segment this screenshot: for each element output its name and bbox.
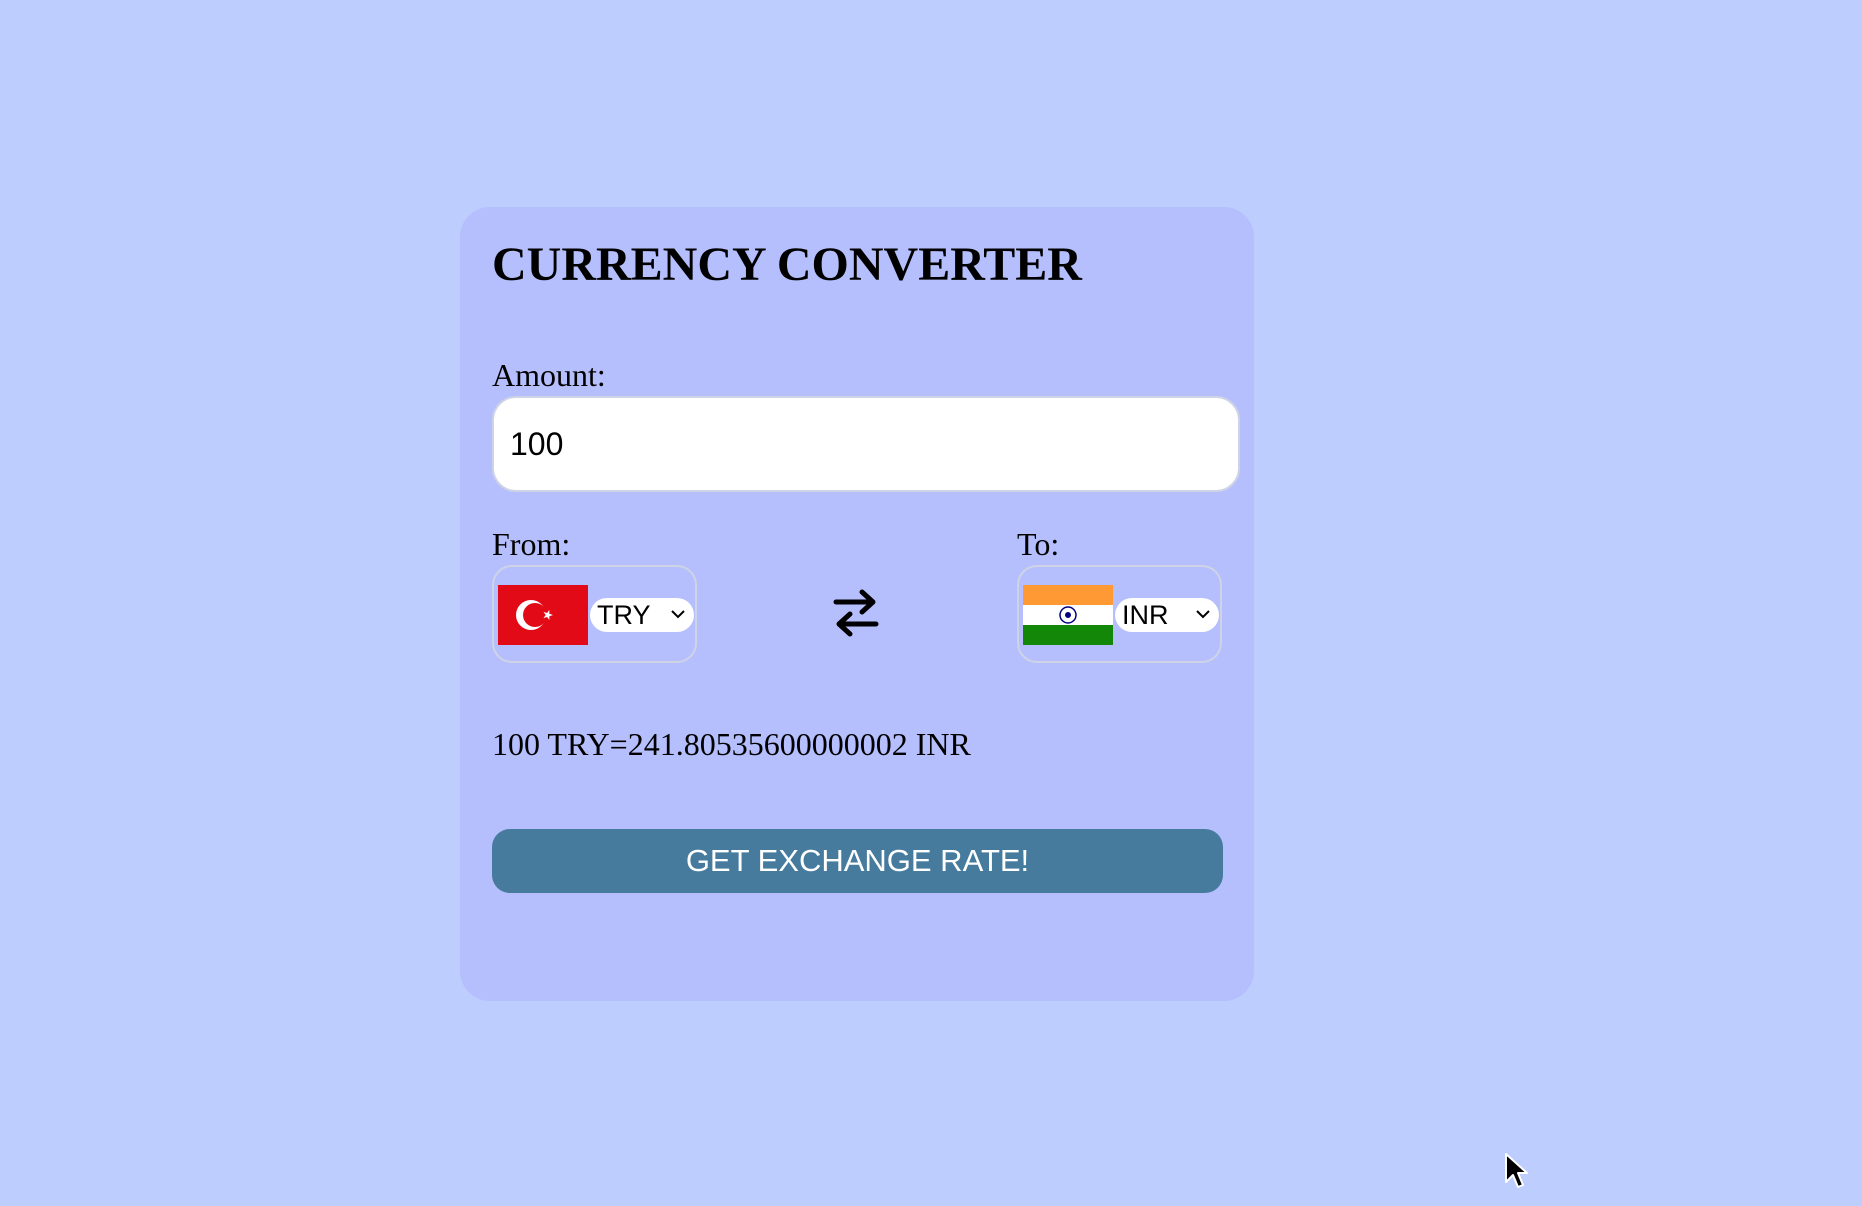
to-currency-value: INR [1122,600,1169,630]
chevron-down-icon [1196,610,1210,619]
conversion-result: 100 TRY=241.80535600000002 INR [492,726,971,762]
india-flag-icon [1023,585,1113,645]
get-exchange-rate-button[interactable]: GET EXCHANGE RATE! [492,829,1223,893]
swap-arrows-icon[interactable] [832,587,880,639]
to-currency-container: INR [1017,565,1222,663]
page-title: CURRENCY CONVERTER [492,238,1082,291]
from-currency-value: TRY [597,600,651,630]
amount-input[interactable] [492,396,1240,492]
mouse-cursor-icon [1505,1153,1528,1188]
chevron-down-icon [671,610,685,619]
turkey-flag-icon [498,585,588,645]
from-label: From: [492,526,571,562]
amount-label: Amount: [492,357,606,393]
from-currency-select[interactable]: TRY [590,598,694,632]
to-label: To: [1017,526,1060,562]
from-currency-container: TRY [492,565,697,663]
to-currency-select[interactable]: INR [1115,598,1219,632]
converter-card: CURRENCY CONVERTER Amount: From: TRY To: [460,207,1254,1001]
